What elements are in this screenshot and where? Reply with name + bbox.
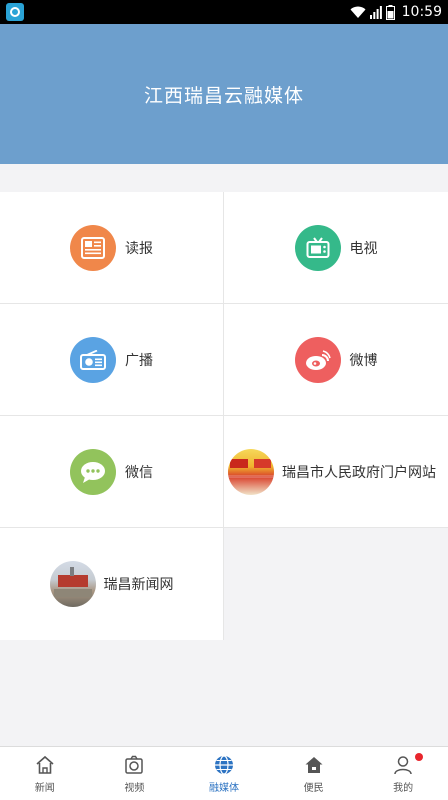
government-site-logo [228, 448, 274, 495]
tab-label: 融媒体 [208, 782, 239, 794]
grid-item-government-site[interactable]: 瑞昌市人民政府门户网站 [224, 416, 448, 527]
news-site-logo [49, 561, 96, 607]
notification-badge [414, 753, 423, 761]
grid-item-tv[interactable]: 电视 [224, 192, 448, 303]
tab-convenience[interactable]: 便民 [269, 747, 359, 800]
tab-mine[interactable]: 我的 [358, 747, 448, 800]
grid-item-label: 微博 [349, 352, 378, 369]
tab-label: 便民 [303, 782, 324, 794]
wechat-icon [70, 448, 116, 495]
wifi-icon [350, 6, 366, 18]
empty-cell [224, 528, 448, 640]
home-icon [34, 754, 56, 776]
header: 江西瑞昌云融媒体 [0, 24, 448, 164]
page-title: 江西瑞昌云融媒体 [143, 84, 304, 107]
tv-icon [294, 224, 341, 271]
battery-icon [385, 4, 395, 20]
app-notification-icon [6, 3, 24, 21]
globe-icon [213, 754, 235, 776]
tab-video[interactable]: 视频 [90, 747, 180, 800]
grid-item-radio[interactable]: 广播 [0, 304, 224, 415]
grid-item-label: 电视 [349, 240, 378, 257]
weibo-icon [294, 336, 341, 383]
media-grid: 读报 电视 广播 微博 微信 瑞昌市人民政府门户网站 瑞昌新闻网 [0, 192, 448, 640]
camera-icon [123, 754, 145, 776]
grid-item-label: 瑞昌新闻网 [103, 577, 174, 593]
grid-item-label: 微信 [125, 464, 153, 481]
grid-item-wechat[interactable]: 微信 [0, 416, 224, 527]
newspaper-icon [70, 224, 116, 271]
grid-row: 瑞昌新闻网 [0, 528, 448, 640]
bottom-tab-bar: 新闻 视频 融媒体 便民 我的 [0, 746, 448, 800]
house-service-icon [303, 754, 325, 776]
tab-label: 视频 [124, 782, 145, 794]
grid-item-label: 读报 [125, 240, 153, 257]
grid-item-label: 瑞昌市人民政府门户网站 [282, 464, 436, 481]
grid-item-newspaper[interactable]: 读报 [0, 192, 224, 303]
tab-news[interactable]: 新闻 [0, 747, 90, 800]
radio-icon [70, 336, 116, 383]
signal-icon [369, 5, 382, 19]
grid-row: 微信 瑞昌市人民政府门户网站 [0, 416, 448, 528]
grid-row: 广播 微博 [0, 304, 448, 416]
status-time: 10:59 [401, 4, 442, 20]
user-icon [392, 754, 414, 776]
tab-media[interactable]: 融媒体 [179, 747, 269, 800]
tab-label: 我的 [393, 782, 414, 794]
grid-item-label: 广播 [125, 352, 153, 369]
status-indicators: 10:59 [350, 0, 442, 24]
status-bar: 10:59 [0, 0, 448, 24]
grid-item-weibo[interactable]: 微博 [224, 304, 448, 415]
grid-item-news-site[interactable]: 瑞昌新闻网 [0, 528, 224, 640]
tab-label: 新闻 [34, 782, 55, 794]
grid-row: 读报 电视 [0, 192, 448, 304]
